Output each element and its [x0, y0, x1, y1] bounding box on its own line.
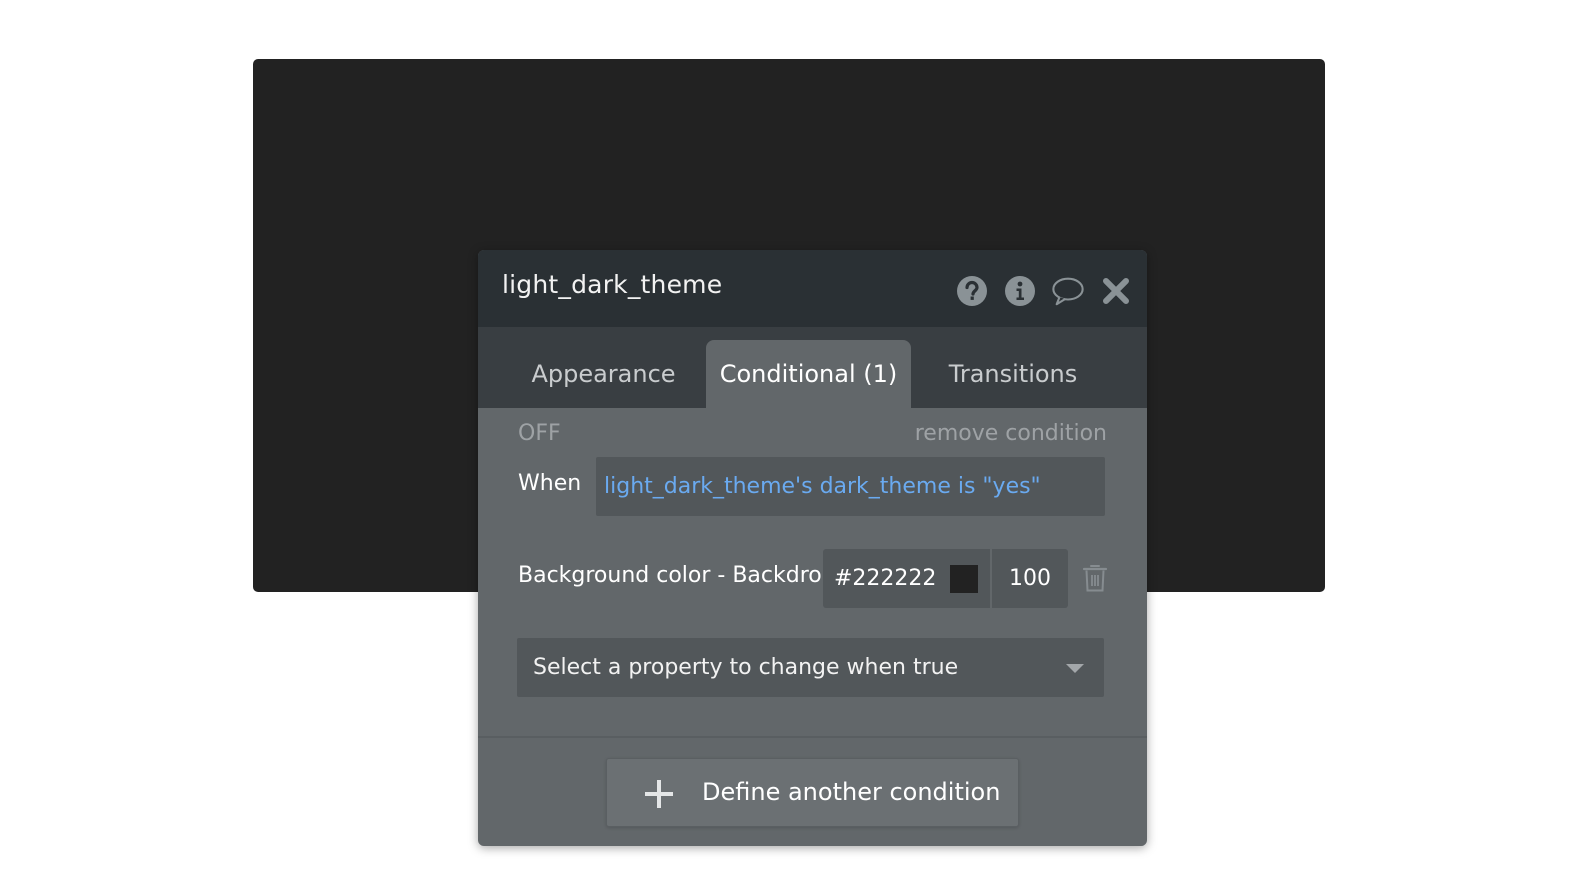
- color-hex-value: #222222: [834, 566, 937, 591]
- tab-bar: Appearance Conditional (1) Transitions: [478, 327, 1147, 408]
- info-icon[interactable]: [1003, 274, 1037, 308]
- property-select-placeholder: Select a property to change when true: [533, 655, 959, 680]
- condition-expression-field[interactable]: light_dark_theme's dark_theme is "yes": [596, 457, 1105, 516]
- when-label: When: [518, 471, 582, 496]
- panel-title: light_dark_theme: [502, 270, 723, 299]
- header-icons: [955, 274, 1133, 308]
- property-label: Background color - Backdro: [518, 563, 822, 588]
- property-editor-panel: light_dark_theme Appearance Conditional …: [478, 250, 1147, 846]
- tab-conditional[interactable]: Conditional (1): [706, 340, 911, 408]
- help-icon[interactable]: [955, 274, 989, 308]
- define-another-condition-button[interactable]: Define another condition: [606, 758, 1019, 827]
- panel-header[interactable]: light_dark_theme: [478, 250, 1147, 327]
- plus-icon: [645, 780, 673, 808]
- tab-appearance[interactable]: Appearance: [516, 340, 691, 408]
- trash-icon[interactable]: [1082, 563, 1108, 593]
- color-swatch[interactable]: [950, 565, 978, 593]
- divider: [478, 736, 1147, 738]
- property-select-dropdown[interactable]: Select a property to change when true: [517, 638, 1104, 697]
- define-another-condition-label: Define another condition: [702, 778, 1001, 806]
- remove-condition-link[interactable]: remove condition: [915, 421, 1107, 446]
- comment-icon[interactable]: [1051, 274, 1085, 308]
- condition-toggle[interactable]: OFF: [518, 421, 561, 446]
- close-icon[interactable]: [1099, 274, 1133, 308]
- color-hex-input[interactable]: #222222: [823, 549, 990, 608]
- opacity-input[interactable]: 100: [992, 549, 1068, 608]
- chevron-down-icon: [1066, 664, 1084, 673]
- tab-transitions[interactable]: Transitions: [928, 340, 1098, 408]
